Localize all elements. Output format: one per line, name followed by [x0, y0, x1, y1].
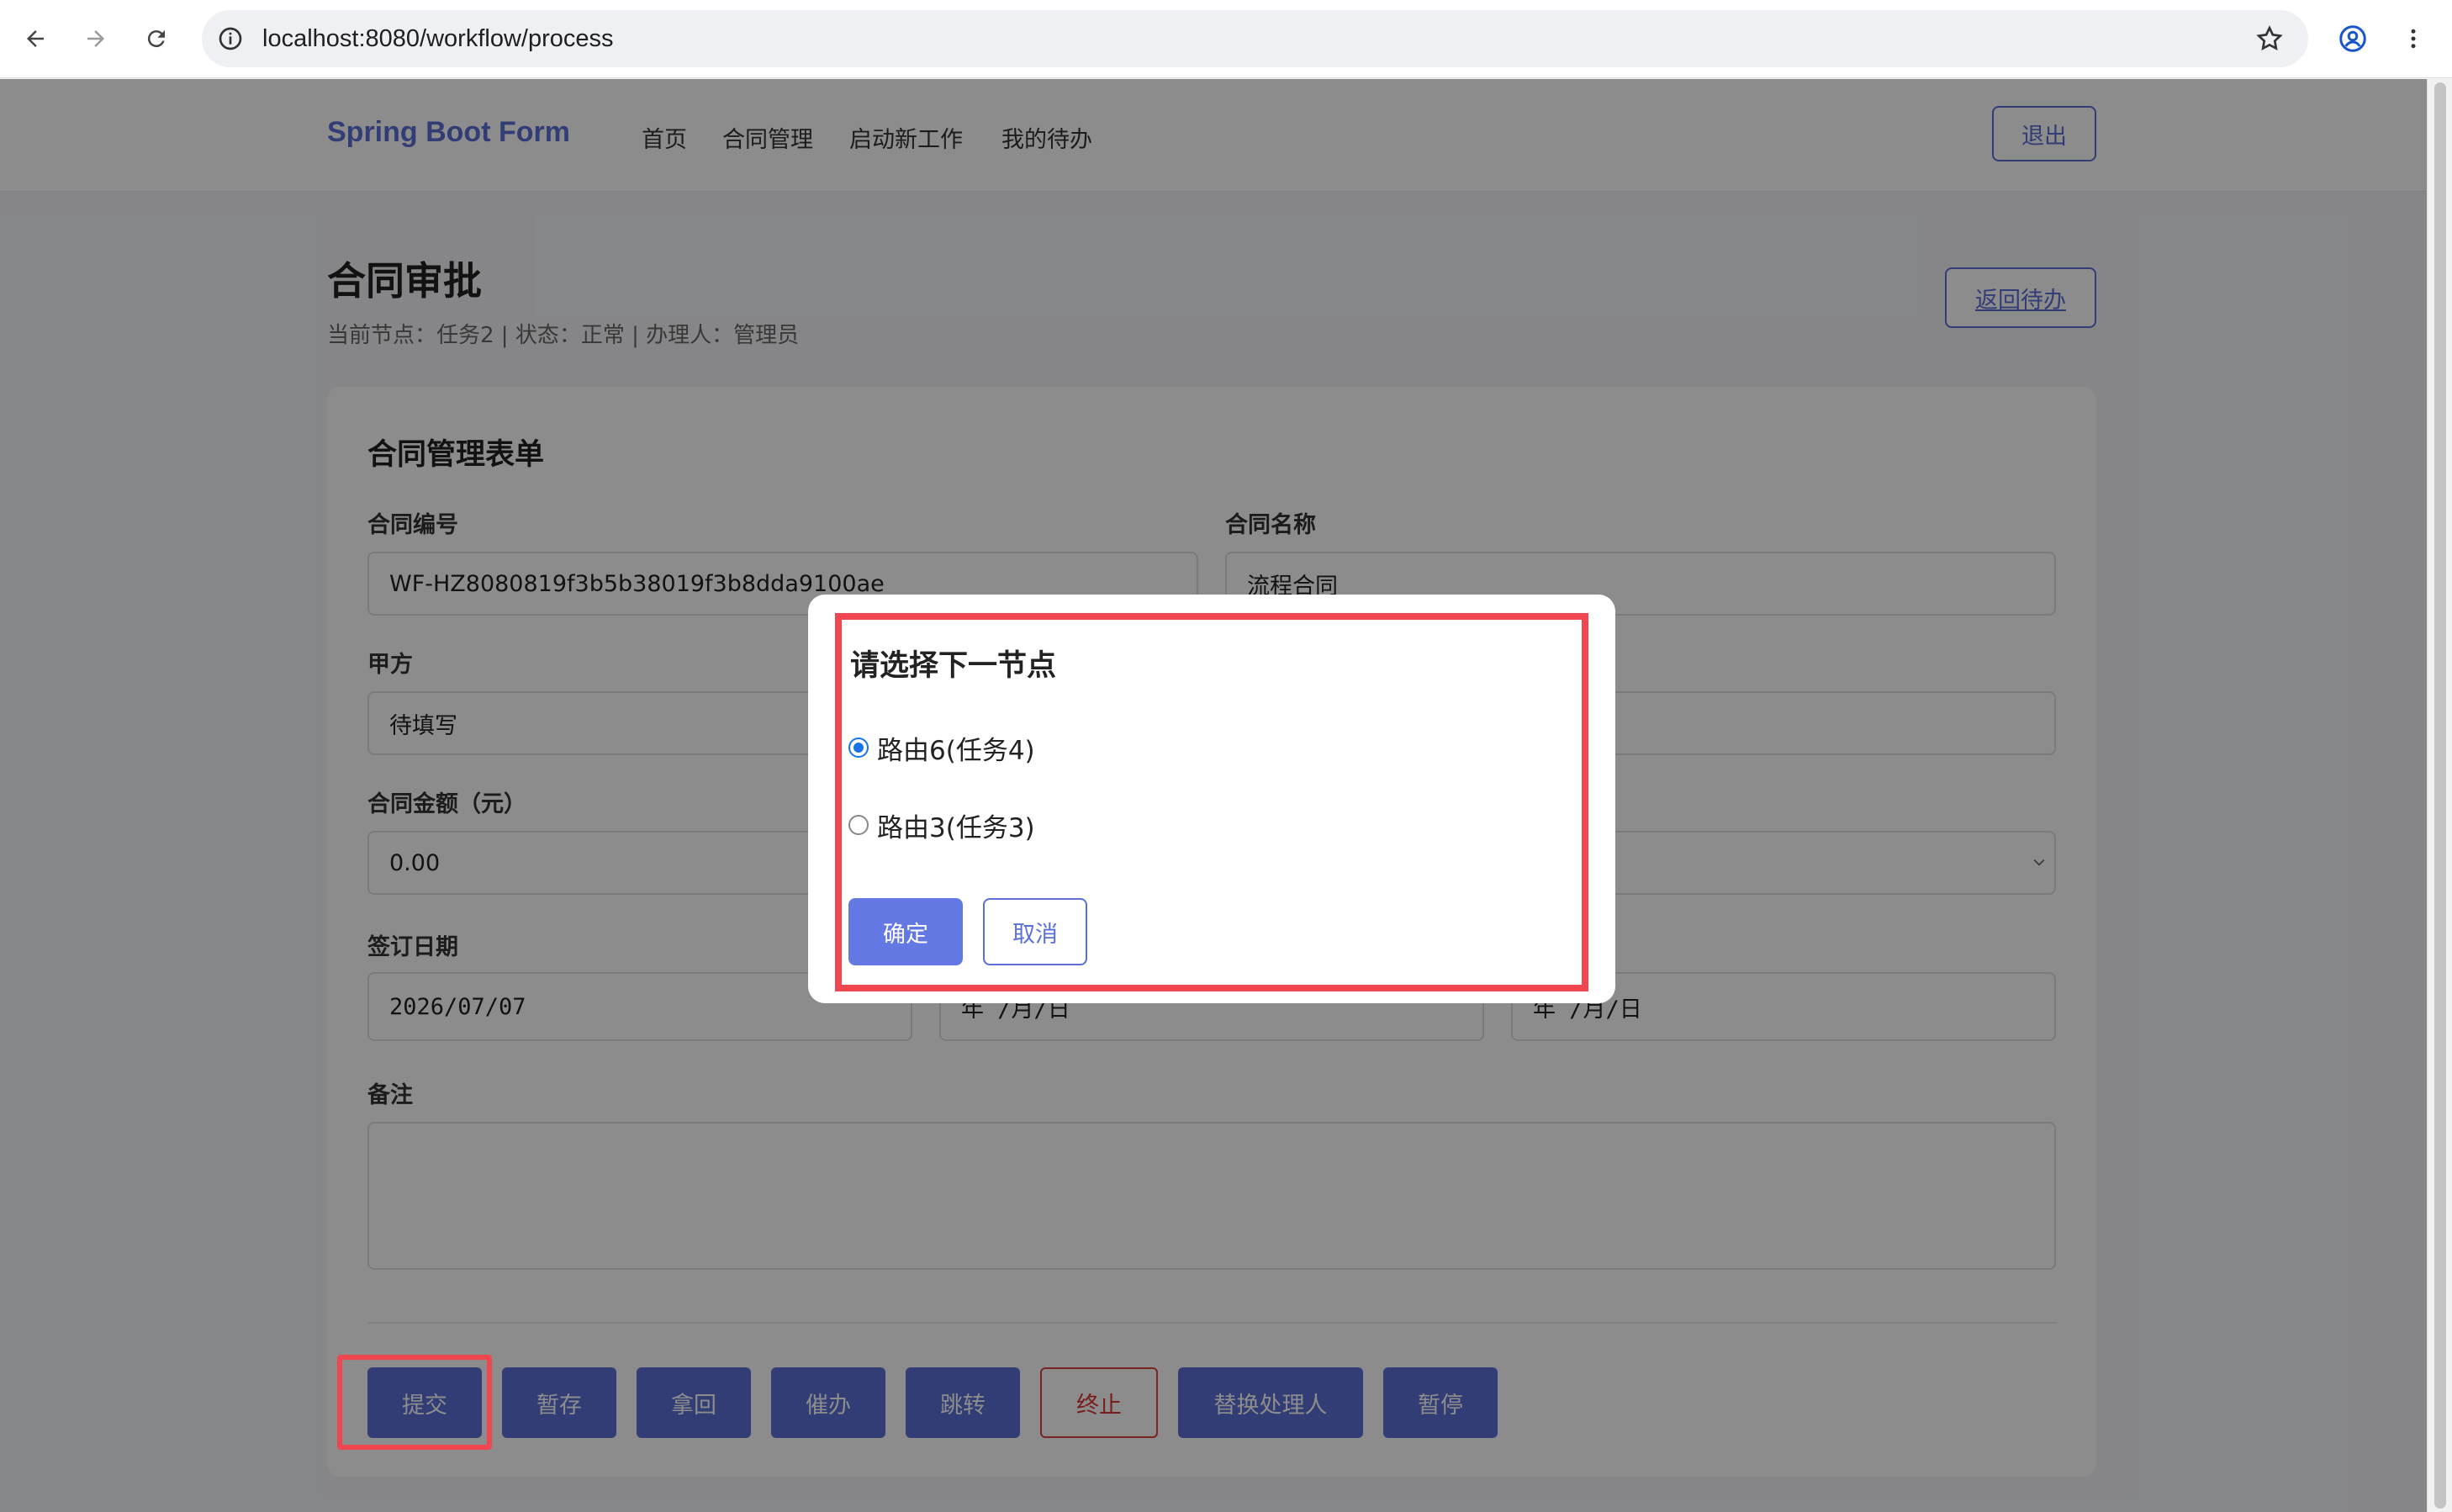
more-menu-icon[interactable] [2393, 19, 2434, 59]
cancel-button[interactable]: 取消 [983, 898, 1087, 965]
next-node-dialog: 请选择下一节点 路由6(任务4) 路由3(任务3) 确定 取消 [808, 595, 1615, 1003]
radio-unselected-icon[interactable] [848, 815, 869, 835]
bookmark-star-icon[interactable] [2254, 24, 2285, 57]
radio-selected-icon[interactable] [848, 737, 869, 758]
url-text: localhost:8080/workflow/process [262, 25, 614, 52]
browser-toolbar: localhost:8080/workflow/process [0, 0, 2452, 78]
profile-icon[interactable] [2333, 19, 2373, 59]
submit-highlight-box [337, 1355, 492, 1450]
page-scrollbar[interactable] [2427, 79, 2452, 1512]
route-option-1[interactable]: 路由6(任务4) [848, 729, 1035, 766]
route-option-label: 路由6(任务4) [877, 735, 1035, 766]
address-bar[interactable]: localhost:8080/workflow/process [202, 10, 2308, 67]
confirm-button[interactable]: 确定 [848, 898, 963, 965]
dialog-title: 请选择下一节点 [850, 649, 1057, 683]
scrollbar-thumb[interactable] [2434, 82, 2446, 1509]
reload-icon[interactable] [136, 19, 177, 59]
site-info-icon[interactable] [217, 25, 244, 52]
route-option-label: 路由3(任务3) [877, 812, 1035, 843]
route-option-2[interactable]: 路由3(任务3) [848, 806, 1035, 843]
back-arrow-icon[interactable] [15, 19, 55, 59]
forward-arrow-icon[interactable] [76, 19, 116, 59]
